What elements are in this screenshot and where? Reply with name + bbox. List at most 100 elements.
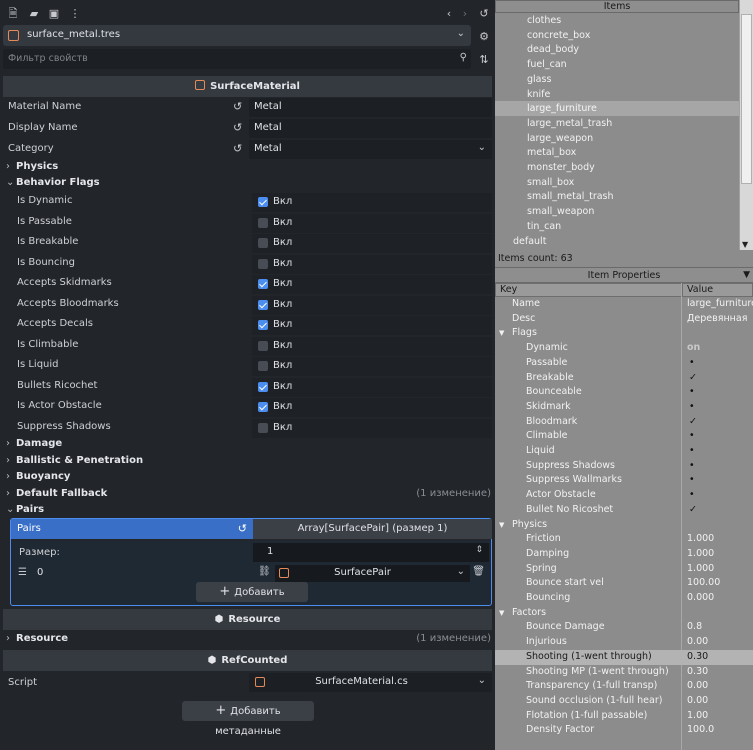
property-value[interactable]: 1.00 [687,709,753,723]
flag-checkbox[interactable]: Вкл [252,378,492,397]
drag-handle-icon[interactable]: ☰ [18,567,27,578]
items-list-item[interactable]: fuel_can [527,57,567,72]
revert-icon[interactable]: ↺ [233,142,242,155]
items-list-item[interactable]: concrete_box [527,28,590,43]
property-value[interactable]: 0.30 [687,650,753,664]
expand-triangle-icon[interactable]: ▼ [499,521,504,529]
property-value[interactable]: 100.00 [687,576,753,590]
save-icon[interactable]: ▣ [47,6,61,22]
spin-arrows-icon[interactable]: ⇕ [475,545,483,555]
section-pairs[interactable]: ⌄ Pairs [6,504,44,515]
property-value[interactable]: 0.00 [687,679,753,693]
property-row[interactable]: Breakable ✓ [495,371,753,386]
property-value[interactable]: 0.00 [687,694,753,708]
scroll-down-icon[interactable]: ▼ [742,240,748,249]
property-row[interactable]: Dynamic on [495,341,753,356]
column-header-key[interactable]: Key [495,283,682,297]
property-row[interactable]: Liquid • [495,444,753,459]
items-list-item[interactable]: metal_box [527,145,576,160]
property-value[interactable]: 1.000 [687,532,753,546]
flag-checkbox[interactable]: Вкл [252,419,492,438]
property-value[interactable]: • [689,400,753,414]
property-value[interactable]: • [689,459,753,473]
property-row[interactable]: Density Factor 100.0 [495,723,753,738]
property-row[interactable]: Skidmark • [495,400,753,415]
property-value[interactable]: ✓ [689,503,753,517]
array-element-value[interactable]: SurfacePair ⌄ [275,565,470,582]
items-list-item[interactable]: small_weapon [527,204,594,219]
property-value[interactable]: 100.0 [687,723,753,737]
revert-icon[interactable]: ↺ [233,121,242,134]
property-row[interactable]: Climable • [495,429,753,444]
display-name-field[interactable]: Metal [249,119,492,138]
scrollbar-thumb[interactable] [741,14,752,184]
property-row[interactable]: Sound occlusion (1-full hear) 0.00 [495,694,753,709]
property-filter-input[interactable]: Фильтр свойств ⚲ [3,49,471,69]
more-menu-icon[interactable]: ⋮ [68,6,82,22]
flag-checkbox[interactable]: Вкл [252,193,492,212]
open-folder-icon[interactable]: ▰ [27,6,41,22]
property-value[interactable]: • [689,356,753,370]
items-list-item[interactable]: small_metal_trash [527,189,614,204]
flag-checkbox[interactable]: Вкл [252,398,492,417]
resource-selector[interactable]: surface_metal.tres ⌄ [3,25,471,46]
property-row[interactable]: Passable • [495,356,753,371]
property-value[interactable]: 0.000 [687,591,753,605]
items-list-item[interactable]: small_box [527,175,574,190]
property-row[interactable]: Suppress Shadows • [495,459,753,474]
section-header[interactable]: › Default Fallback [6,488,107,499]
section-resource[interactable]: › Resource [6,633,68,644]
property-value[interactable]: Деревянная [687,312,753,326]
pairs-array-button[interactable]: Array[SurfacePair] (размер 1) [253,519,492,539]
items-list-item[interactable]: large_metal_trash [527,116,612,131]
property-value[interactable]: large_furniture [687,297,753,311]
section-physics[interactable]: › Physics [6,161,58,172]
property-value[interactable]: 1.000 [687,562,753,576]
object-properties-icon[interactable]: ⚙ [477,29,491,45]
flag-checkbox[interactable]: Вкл [252,337,492,356]
items-list-item-default[interactable]: default [513,234,546,249]
property-value[interactable]: 0.00 [687,635,753,649]
items-list-item[interactable]: clothes [527,13,561,28]
pairs-property[interactable]: Pairs ↺ [11,519,253,539]
link-icon[interactable]: ⛓ [258,566,271,577]
material-name-field[interactable]: Metal [249,98,492,117]
trash-icon[interactable]: 🗑 [472,566,485,577]
flag-checkbox[interactable]: Вкл [252,316,492,335]
property-value[interactable]: on [687,341,753,355]
revert-icon[interactable]: ↺ [238,522,247,535]
section-header[interactable]: › Buoyancy [6,471,70,482]
property-value[interactable]: • [689,488,753,502]
sort-icon[interactable]: ⇅ [477,52,491,68]
section-behavior-flags[interactable]: ⌄ Behavior Flags [6,177,100,188]
items-list-item[interactable]: dead_body [527,42,579,57]
property-row[interactable]: Spring 1.000 [495,562,753,577]
new-resource-icon[interactable]: 🗎 [6,6,20,22]
property-value[interactable]: ✓ [689,415,753,429]
property-row[interactable]: Name large_furniture [495,297,753,312]
flag-checkbox[interactable]: Вкл [252,357,492,376]
property-row[interactable]: Transparency (1-full transp) 0.00 [495,679,753,694]
revert-icon[interactable]: ↺ [233,100,242,113]
property-row[interactable]: Bounce Damage 0.8 [495,620,753,635]
chevron-down-icon[interactable]: ▼ [743,268,750,283]
property-row[interactable]: Shooting MP (1-went through) 0.30 [495,665,753,680]
flag-checkbox[interactable]: Вкл [252,296,492,315]
flag-checkbox[interactable]: Вкл [252,255,492,274]
property-row[interactable]: Bounce start vel 100.00 [495,576,753,591]
property-row[interactable]: Bouncing 0.000 [495,591,753,606]
add-element-button[interactable]: +Добавить элемент [196,582,308,618]
property-value[interactable]: 0.30 [687,665,753,679]
property-value[interactable]: ✓ [689,371,753,385]
category-dropdown[interactable]: Metal ⌄ [249,140,492,159]
history-icon[interactable]: ↺ [477,6,491,22]
property-row[interactable]: Damping 1.000 [495,547,753,562]
items-scrollbar[interactable]: ▼ [739,0,753,250]
property-category-row[interactable]: ▼ Flags [495,326,753,341]
column-header-value[interactable]: Value [682,283,753,297]
property-row[interactable]: Bounceable • [495,385,753,400]
items-list-item[interactable]: glass [527,72,551,87]
property-row[interactable]: Injurious 0.00 [495,635,753,650]
expand-triangle-icon[interactable]: ▼ [499,329,504,337]
flag-checkbox[interactable]: Вкл [252,214,492,233]
